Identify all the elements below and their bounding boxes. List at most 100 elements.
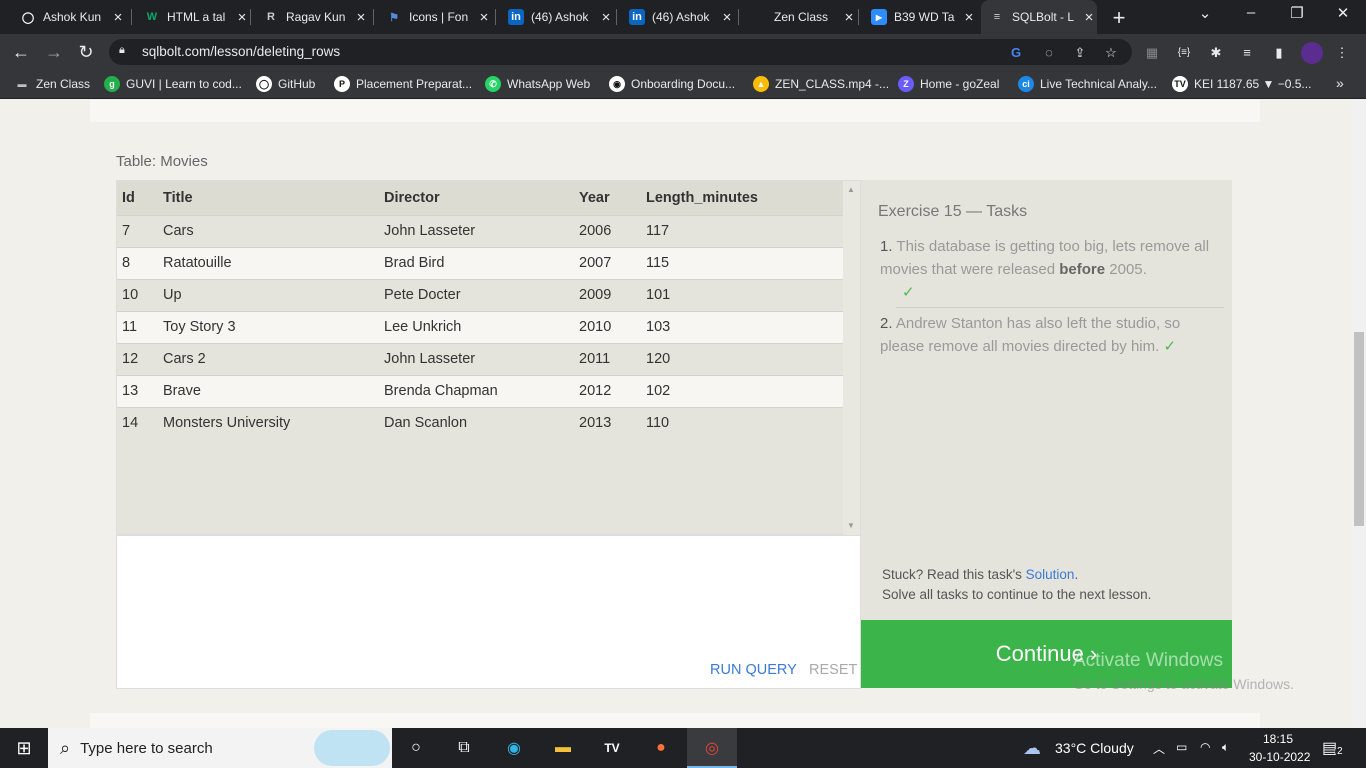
check-icon: ✓ (902, 284, 915, 301)
table-cell: Brenda Chapman (379, 374, 574, 407)
reload-icon[interactable]: ↻ (75, 41, 97, 63)
ci-icon: ci (1018, 76, 1034, 92)
taskbar-search[interactable]: ⌕ Type here to search (48, 728, 392, 768)
wifi-icon[interactable]: ◠ (1200, 740, 1210, 754)
tab-title: HTML a tal (167, 10, 226, 24)
close-tab-icon[interactable]: × (961, 9, 977, 26)
media-queue-icon[interactable]: ≡ (1238, 44, 1256, 62)
clock-date[interactable]: 30-10-2022 (1249, 750, 1310, 764)
clock-time[interactable]: 18:15 (1263, 732, 1293, 746)
weather-text[interactable]: 33°C Cloudy (1055, 740, 1134, 756)
tab-2[interactable]: W HTML a tal × (134, 0, 250, 34)
tab-7[interactable]: Zen Class × (741, 0, 857, 34)
page-scrollbar-thumb[interactable] (1354, 332, 1364, 526)
bookmark-item[interactable]: ✆ WhatsApp Web (485, 75, 590, 93)
w3-icon: W (146, 11, 158, 23)
firefox-icon[interactable]: ● (648, 735, 674, 761)
file-explorer-icon[interactable]: ▬ (550, 735, 576, 761)
bookmark-item[interactable]: TV KEI 1187.65 ▼ −0.5... (1172, 75, 1311, 93)
tray-chevron-icon[interactable]: ︿ (1153, 740, 1165, 757)
tab-9[interactable]: ≡ SQLBolt - L × (981, 0, 1097, 34)
drive-icon: ▲ (753, 76, 769, 92)
tab-separator (131, 9, 132, 25)
stuck-label: Stuck? Read this task's (882, 567, 1026, 582)
profile-avatar[interactable] (1301, 42, 1323, 64)
bookmark-item[interactable]: ci Live Technical Analy... (1018, 75, 1157, 93)
tab-search-icon[interactable]: ⌄ (1185, 4, 1225, 22)
bookmark-item[interactable]: P Placement Preparat... (334, 75, 472, 93)
tab-1[interactable]: ◯ Ashok Kun × (10, 0, 126, 34)
bookmark-label: KEI 1187.65 ▼ −0.5... (1194, 77, 1312, 91)
task-divider (896, 307, 1224, 308)
share-icon[interactable]: ⇪ (1071, 44, 1089, 62)
table-row: 13 Brave Brenda Chapman 2012 102 (117, 374, 844, 407)
new-tab-button[interactable]: + (1109, 5, 1129, 31)
volume-icon[interactable]: 🔈︎ (1222, 740, 1229, 755)
battery-icon[interactable]: ▭ (1176, 740, 1187, 754)
cortana-icon[interactable]: ○ (403, 735, 429, 761)
run-query-button[interactable]: RUN QUERY (710, 662, 797, 678)
tab-5[interactable]: in (46) Ashok × (498, 0, 614, 34)
bookmark-label: Home - goZeal (920, 77, 1000, 91)
close-tab-icon[interactable]: × (234, 9, 250, 26)
close-tab-icon[interactable]: × (110, 9, 126, 26)
table-cell: Brave (158, 374, 379, 407)
cloud-icon[interactable]: ☁ (1023, 738, 1041, 759)
side-panel-icon[interactable]: ▮ (1270, 44, 1288, 62)
solution-link[interactable]: Solution (1026, 567, 1075, 582)
table-cell: Pete Docter (379, 278, 574, 311)
puzzle-icon[interactable]: ✱ (1207, 44, 1225, 62)
eye-off-icon[interactable]: ◌ (1040, 44, 1058, 62)
gozeal-icon: Z (898, 76, 914, 92)
edge-icon[interactable]: ◉ (501, 735, 527, 761)
tradingview-icon[interactable]: TV (599, 735, 625, 761)
r-script-icon: R (267, 11, 275, 23)
tab-title: Icons | Fon (409, 10, 469, 24)
menu-icon[interactable]: ⋮ (1333, 44, 1351, 62)
close-window-icon[interactable]: ✕ (1323, 4, 1363, 22)
tab-8[interactable]: ▶ B39 WD Ta × (861, 0, 977, 34)
more-bookmarks-icon[interactable]: » (1336, 75, 1344, 91)
bookmark-label: GitHub (278, 77, 316, 91)
scroll-up-icon[interactable]: ▲ (847, 185, 855, 194)
json-viewer-icon[interactable]: {≡} (1175, 44, 1193, 62)
bookmark-item[interactable]: g GUVI | Learn to cod... (104, 75, 242, 93)
bookmark-item[interactable]: Z Home - goZeal (898, 75, 999, 93)
tab-4[interactable]: ⚑ Icons | Fon × (376, 0, 492, 34)
tab-3[interactable]: R Ragav Kun × (253, 0, 369, 34)
url-text[interactable]: sqlbolt.com/lesson/deleting_rows (142, 44, 340, 59)
tab-6[interactable]: in (46) Ashok × (619, 0, 735, 34)
lock-icon[interactable]: 🔒︎ (119, 44, 125, 57)
task-view-icon[interactable]: ⧉ (451, 735, 477, 761)
google-lens-icon[interactable]: G (1007, 44, 1025, 62)
windows-start-icon[interactable]: ⊞ (11, 735, 37, 761)
chrome-icon[interactable]: ◎ (699, 735, 725, 761)
table-scrollbar[interactable]: ▲ ▼ (843, 181, 860, 535)
scroll-down-icon[interactable]: ▼ (847, 521, 855, 530)
bookmark-label: Live Technical Analy... (1040, 77, 1157, 91)
extension-icon[interactable]: ▦ (1143, 44, 1161, 62)
close-tab-icon[interactable]: × (353, 9, 369, 26)
bookmark-item[interactable]: ◯ GitHub (256, 75, 315, 93)
forward-icon[interactable]: → (43, 41, 65, 63)
bookmark-label: Zen Class (36, 77, 91, 91)
reset-button[interactable]: RESET (809, 662, 857, 678)
minimize-icon[interactable]: – (1231, 4, 1271, 21)
results-table-container[interactable]: Id Title Director Year Length_minutes 7 Cars J… (116, 180, 861, 535)
tab-title: Ashok Kun (43, 10, 102, 24)
bookmark-item[interactable]: ◉ Onboarding Docu... (609, 75, 735, 93)
close-tab-icon[interactable]: × (476, 9, 492, 26)
close-tab-icon[interactable]: × (841, 9, 857, 26)
exercise-title: Exercise 15 — Tasks (878, 203, 1028, 220)
bookmark-item[interactable]: ▬ Zen Class (14, 75, 91, 93)
bookmark-star-icon[interactable]: ☆ (1102, 44, 1120, 62)
back-icon[interactable]: ← (10, 41, 32, 63)
close-tab-icon[interactable]: × (1081, 9, 1097, 26)
solve-all-text: Solve all tasks to continue to the next … (882, 587, 1152, 602)
bookmark-item[interactable]: ▲ ZEN_CLASS.mp4 -... (753, 75, 889, 93)
close-tab-icon[interactable]: × (598, 9, 614, 26)
column-header: Title (158, 181, 379, 215)
restore-icon[interactable]: ❐ (1277, 4, 1317, 22)
close-tab-icon[interactable]: × (719, 9, 735, 26)
bookmark-label: WhatsApp Web (507, 77, 591, 91)
